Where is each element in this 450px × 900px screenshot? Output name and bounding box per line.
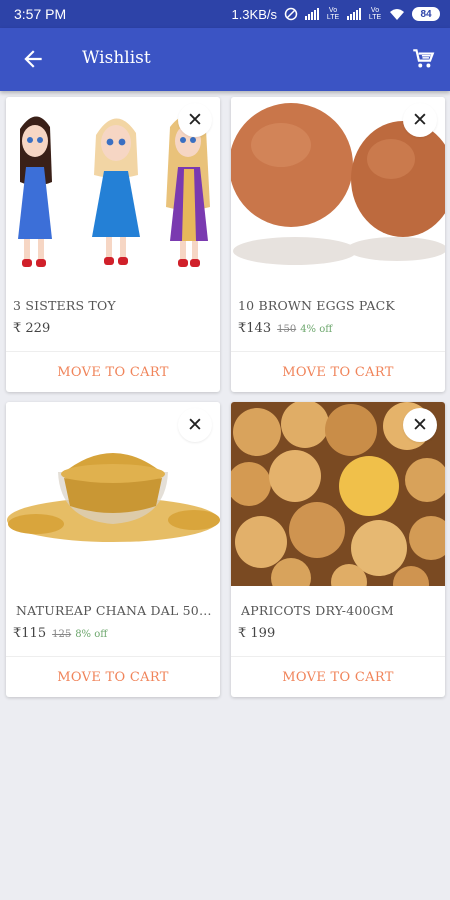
original-price: 150	[277, 324, 297, 335]
status-bar: 3:57 PM 1.3KB/s Vo LTE Vo LTE 84	[0, 0, 450, 28]
divider	[6, 656, 220, 657]
app-bar: Wishlist	[0, 28, 450, 91]
wifi-icon	[390, 8, 404, 20]
move-to-cart-button[interactable]: MOVE TO CART	[6, 658, 220, 697]
price-row: ₹ 199	[238, 626, 275, 641]
do-not-disturb-icon	[284, 7, 298, 21]
wishlist-card: ✕ 3 SISTERS TOY ₹ 229 MOVE TO CART	[6, 97, 220, 392]
network-speed: 1.3KB/s	[231, 6, 277, 22]
divider	[231, 656, 445, 657]
move-to-cart-button[interactable]: MOVE TO CART	[231, 353, 445, 392]
volte-label-2: Vo LTE	[368, 7, 382, 21]
wishlist-card: ✕ NATUREAP CHANA DAL 500... ₹115 125 8% of…	[6, 402, 220, 697]
discount-label: 8% off	[75, 629, 108, 640]
product-name: 10 BROWN EGGS PACK	[238, 298, 395, 313]
remove-item-button[interactable]: ✕	[403, 408, 437, 442]
volte-label: Vo LTE	[326, 7, 340, 21]
divider	[6, 351, 220, 352]
price-row: ₹115 125 8% off	[13, 626, 107, 641]
product-name: 3 SISTERS TOY	[13, 298, 116, 313]
divider	[231, 351, 445, 352]
price-row: ₹143 150 4% off	[238, 321, 332, 336]
signal-icon-2	[347, 8, 361, 20]
signal-icon	[305, 8, 319, 20]
original-price: 125	[52, 629, 72, 640]
remove-item-button[interactable]: ✕	[178, 103, 212, 137]
wishlist-card: ✕ 10 BROWN EGGS PACK ₹143 150 4% off MOVE …	[231, 97, 445, 392]
product-name: APRICOTS DRY-400GM	[241, 603, 394, 618]
price: ₹ 199	[238, 626, 276, 641]
price: ₹143	[238, 321, 272, 336]
status-icons: 1.3KB/s Vo LTE Vo LTE 84	[231, 7, 440, 22]
wishlist-card: ✕ APRICOTS DRY-400GM ₹ 199 MOVE TO CART	[231, 402, 445, 697]
status-time: 3:57 PM	[14, 6, 67, 22]
shopping-cart-icon[interactable]	[410, 46, 436, 72]
product-name: NATUREAP CHANA DAL 500...	[16, 603, 218, 618]
remove-item-button[interactable]: ✕	[403, 103, 437, 137]
move-to-cart-button[interactable]: MOVE TO CART	[6, 353, 220, 392]
move-to-cart-button[interactable]: MOVE TO CART	[231, 658, 445, 697]
price: ₹ 229	[13, 321, 51, 336]
page-title: Wishlist	[82, 48, 151, 68]
battery-indicator: 84	[412, 7, 440, 21]
price-row: ₹ 229	[13, 321, 50, 336]
discount-label: 4% off	[300, 324, 333, 335]
arrow-left-icon[interactable]	[20, 46, 46, 72]
remove-item-button[interactable]: ✕	[178, 408, 212, 442]
price: ₹115	[13, 626, 47, 641]
